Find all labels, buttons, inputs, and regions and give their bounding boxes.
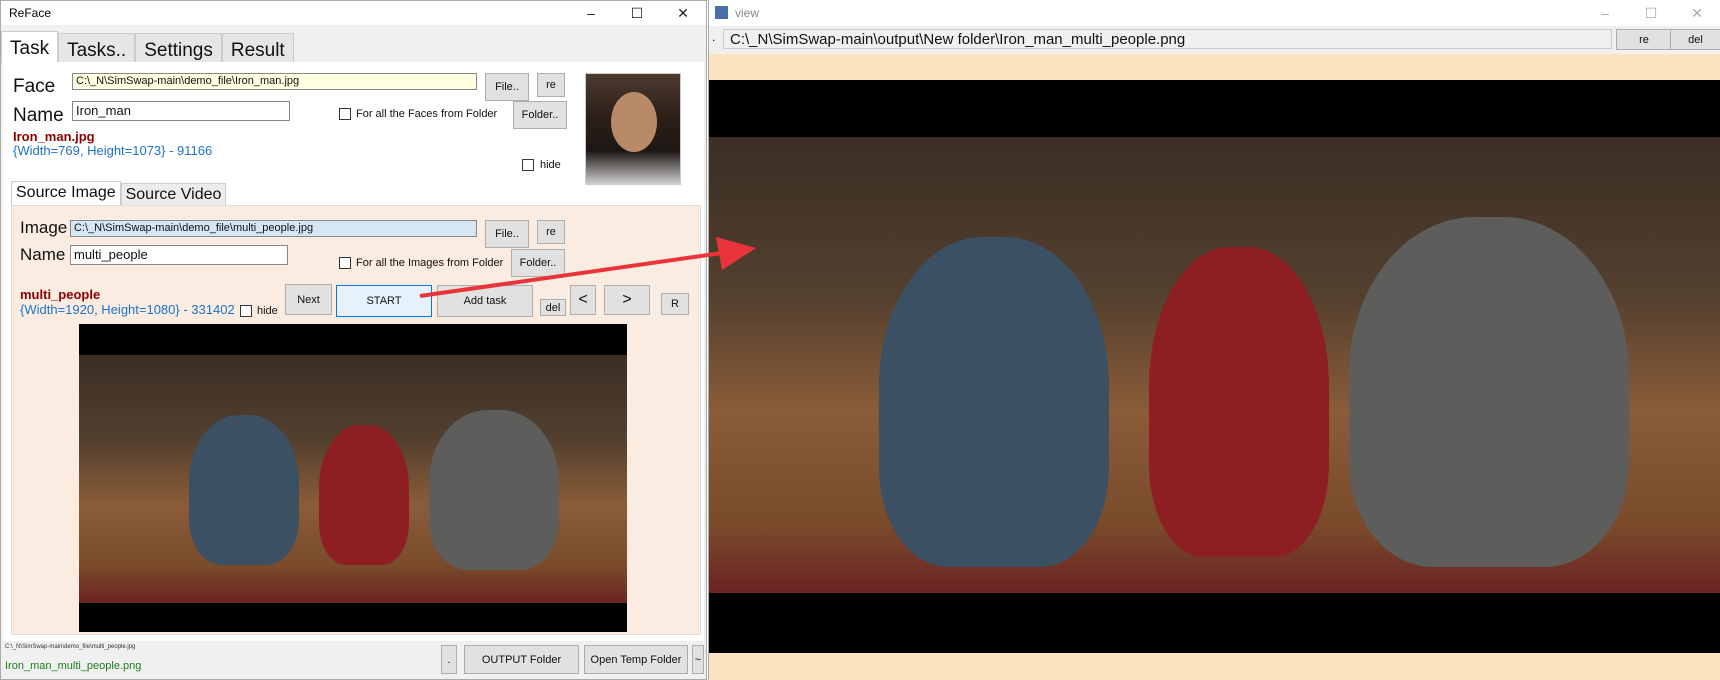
tab-task[interactable]: Task bbox=[1, 31, 59, 63]
face-filename: Iron_man.jpg bbox=[13, 129, 95, 144]
result-scene bbox=[709, 137, 1720, 593]
preview-person-left bbox=[189, 415, 299, 565]
face-portrait bbox=[611, 92, 657, 152]
view-maximize-icon[interactable]: ☐ bbox=[1628, 5, 1674, 22]
face-name-label: Name bbox=[13, 105, 64, 126]
preview-person-middle bbox=[319, 425, 409, 565]
source-name-input[interactable]: multi_people bbox=[70, 245, 288, 265]
source-image-preview bbox=[79, 324, 627, 632]
face-hide-checkbox[interactable] bbox=[522, 159, 534, 171]
add-task-button[interactable]: Add task bbox=[437, 285, 533, 317]
face-re-button[interactable]: re bbox=[537, 73, 565, 97]
source-folder-button[interactable]: Folder.. bbox=[511, 249, 565, 277]
dot-button[interactable]: . bbox=[441, 645, 457, 674]
faces-folder-checkbox[interactable] bbox=[339, 108, 351, 120]
images-folder-checkbox[interactable] bbox=[339, 257, 351, 269]
source-tabs: Source Image Source Video bbox=[11, 181, 227, 206]
face-name-input[interactable]: Iron_man bbox=[72, 101, 290, 121]
preview-person-right bbox=[429, 410, 559, 570]
output-folder-button[interactable]: OUTPUT Folder bbox=[464, 645, 579, 674]
result-filename: Iron_man_multi_people.png bbox=[5, 660, 142, 672]
view-dot: . bbox=[712, 30, 716, 44]
preview-scene bbox=[79, 355, 627, 603]
reface-window: ReFace – ☐ ✕ Task Tasks.. Settings Resul… bbox=[0, 0, 707, 680]
source-re-button[interactable]: re bbox=[537, 220, 565, 244]
view-minimize-icon[interactable]: – bbox=[1582, 5, 1628, 21]
prev-arrow-button[interactable]: < bbox=[570, 285, 596, 315]
result-person-middle bbox=[1149, 247, 1329, 557]
view-window: view – ☐ ✕ . C:\_N\SimSwap-main\output\N… bbox=[708, 0, 1720, 680]
tab-settings[interactable]: Settings bbox=[135, 33, 222, 63]
tab-result[interactable]: Result bbox=[221, 33, 294, 63]
result-person-left bbox=[879, 237, 1109, 567]
next-arrow-button[interactable]: > bbox=[604, 285, 650, 315]
app-icon bbox=[715, 6, 728, 19]
face-thumbnail bbox=[585, 73, 681, 185]
status-path: C:\_N\SimSwap-main\demo_file\multi_peopl… bbox=[5, 644, 136, 650]
reface-titlebar: ReFace – ☐ ✕ bbox=[1, 1, 706, 25]
tab-tasks[interactable]: Tasks.. bbox=[58, 33, 136, 63]
view-path-field[interactable]: C:\_N\SimSwap-main\output\New folder\Iro… bbox=[723, 29, 1612, 49]
source-image-label: Image bbox=[20, 218, 68, 237]
tilde-button[interactable]: ~ bbox=[692, 645, 704, 674]
face-folder-button[interactable]: Folder.. bbox=[513, 101, 567, 129]
view-title: view bbox=[735, 6, 760, 20]
view-close-icon[interactable]: ✕ bbox=[1674, 5, 1720, 22]
faces-folder-checkbox-label: For all the Faces from Folder bbox=[356, 108, 498, 120]
source-hide-checkbox[interactable] bbox=[240, 305, 252, 317]
next-button[interactable]: Next bbox=[285, 284, 332, 315]
main-tabs: Task Tasks.. Settings Result bbox=[1, 31, 706, 63]
face-hide-label: hide bbox=[540, 159, 561, 171]
view-del-button[interactable]: del bbox=[1670, 29, 1720, 50]
tab-source-video[interactable]: Source Video bbox=[120, 183, 227, 206]
view-re-button[interactable]: re bbox=[1616, 29, 1672, 50]
source-del-button[interactable]: del bbox=[540, 299, 566, 316]
maximize-icon[interactable]: ☐ bbox=[614, 5, 660, 22]
source-hide-label: hide bbox=[257, 305, 278, 317]
result-image bbox=[709, 80, 1720, 653]
source-name-label: Name bbox=[20, 245, 66, 264]
face-path-field[interactable]: C:\_N\SimSwap-main\demo_file\Iron_man.jp… bbox=[72, 73, 477, 90]
images-folder-checkbox-label: For all the Images from Folder bbox=[356, 257, 504, 269]
face-label: Face bbox=[13, 76, 56, 97]
face-file-button[interactable]: File.. bbox=[485, 73, 529, 101]
face-info: {Width=769, Height=1073} - 91166 bbox=[13, 143, 213, 158]
minimize-icon[interactable]: – bbox=[568, 5, 614, 21]
source-file-button[interactable]: File.. bbox=[485, 220, 529, 248]
source-filename: multi_people bbox=[20, 287, 101, 302]
window-title: ReFace bbox=[9, 6, 52, 20]
source-path-field[interactable]: C:\_N\SimSwap-main\demo_file\multi_peopl… bbox=[70, 220, 477, 237]
start-button[interactable]: START bbox=[336, 285, 432, 317]
result-view-area bbox=[709, 54, 1720, 680]
open-temp-folder-button[interactable]: Open Temp Folder bbox=[584, 645, 688, 674]
close-icon[interactable]: ✕ bbox=[660, 5, 706, 22]
tab-source-image[interactable]: Source Image bbox=[11, 181, 121, 206]
source-info: {Width=1920, Height=1080} - 331402 bbox=[20, 302, 235, 317]
r-button[interactable]: R bbox=[661, 293, 689, 315]
result-person-right bbox=[1349, 217, 1629, 567]
view-titlebar: view – ☐ ✕ bbox=[709, 0, 1720, 26]
